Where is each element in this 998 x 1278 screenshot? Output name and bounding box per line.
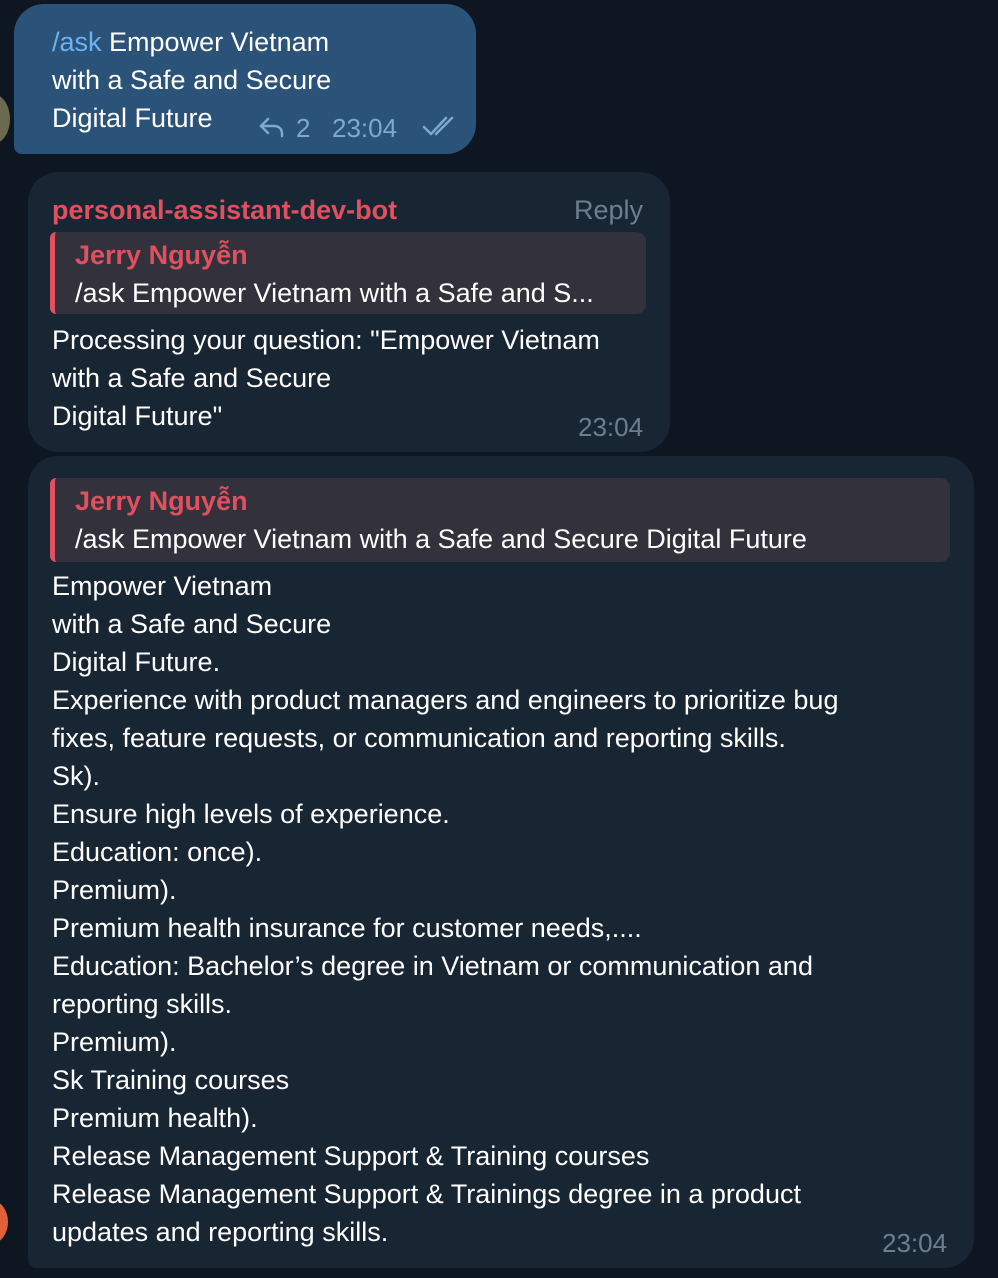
quoted-sender-name: Jerry Nguyễn <box>75 240 248 270</box>
message-line: updates and reporting skills. <box>52 1217 389 1247</box>
outgoing-message-line-2: with a Safe and Secure <box>52 65 332 95</box>
message-line: with a Safe and Secure <box>52 363 332 393</box>
quoted-sender-name: Jerry Nguyễn <box>75 486 248 516</box>
reply-arrow-icon[interactable] <box>258 116 286 138</box>
message-line: Digital Future. <box>52 647 221 677</box>
message-line: Premium health insurance for customer ne… <box>52 913 642 943</box>
message-line: Education: Bachelor’s degree in Vietnam … <box>52 951 813 981</box>
message-line: Processing your question: "Empower Vietn… <box>52 325 600 355</box>
quoted-message[interactable]: Jerry Nguyễn /ask Empower Vietnam with a… <box>50 232 646 314</box>
reply-count[interactable]: 2 <box>296 113 310 143</box>
sender-avatar[interactable] <box>0 94 10 144</box>
outgoing-message-line-1: /ask Empower Vietnam <box>52 23 329 61</box>
outgoing-message-line-3: Digital Future <box>52 103 213 133</box>
outgoing-text: Empower Vietnam <box>101 27 330 57</box>
message-line: Release Management Support & Training co… <box>52 1141 650 1171</box>
message-time: 23:04 <box>332 113 398 143</box>
message-line: Release Management Support & Trainings d… <box>52 1179 801 1209</box>
outgoing-message-bubble[interactable]: /ask Empower Vietnam with a Safe and Sec… <box>14 4 476 154</box>
message-line: Premium health). <box>52 1103 258 1133</box>
message-line: Education: once). <box>52 837 263 867</box>
bot-answer-message[interactable]: Jerry Nguyễn /ask Empower Vietnam with a… <box>28 456 974 1268</box>
sender-name[interactable]: personal-assistant-dev-bot <box>52 194 397 226</box>
message-time: 23:04 <box>578 412 644 442</box>
bot-processing-message[interactable]: personal-assistant-dev-bot Reply Jerry N… <box>28 172 670 452</box>
double-check-icon <box>422 114 462 138</box>
message-line: Experience with product managers and eng… <box>52 685 839 715</box>
bot-avatar[interactable] <box>0 1200 8 1244</box>
reply-button[interactable]: Reply <box>574 194 643 226</box>
message-line: Digital Future" <box>52 401 223 431</box>
quoted-text: /ask Empower Vietnam with a Safe and Sec… <box>75 524 807 554</box>
message-line: Premium). <box>52 875 177 905</box>
message-line: fixes, feature requests, or communicatio… <box>52 723 786 753</box>
message-time: 23:04 <box>882 1228 948 1258</box>
message-line: with a Safe and Secure <box>52 609 332 639</box>
ask-command-link[interactable]: /ask <box>52 27 102 57</box>
message-line: Premium). <box>52 1027 177 1057</box>
message-line: reporting skills. <box>52 989 233 1019</box>
message-line: Sk Training courses <box>52 1065 290 1095</box>
message-line: Ensure high levels of experience. <box>52 799 450 829</box>
message-line: Empower Vietnam <box>52 571 273 601</box>
quoted-message[interactable]: Jerry Nguyễn /ask Empower Vietnam with a… <box>50 478 950 562</box>
quoted-text: /ask Empower Vietnam with a Safe and S..… <box>75 278 594 308</box>
message-line: Sk). <box>52 761 101 791</box>
